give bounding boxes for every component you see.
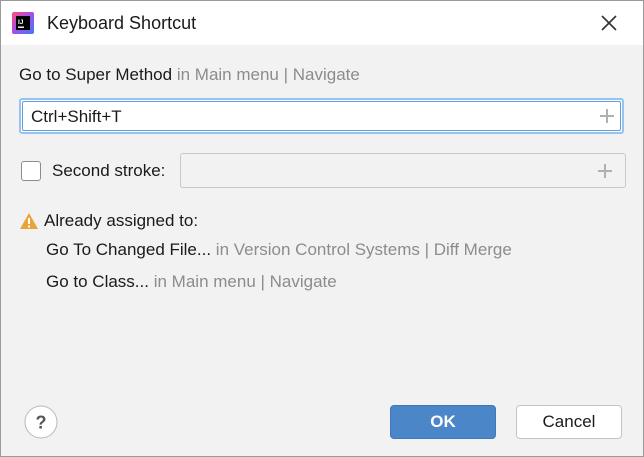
dialog-title: Keyboard Shortcut: [47, 13, 197, 33]
second-stroke-label[interactable]: Second stroke:: [52, 160, 165, 182]
conflict-item-name: Go to Class...: [46, 272, 149, 291]
conflict-item: Go to Class... in Main menu | Navigate: [46, 271, 337, 293]
first-stroke-value: Ctrl+Shift+T: [31, 107, 122, 126]
warning-icon: [20, 213, 38, 229]
help-button[interactable]: ?: [24, 405, 58, 439]
second-stroke-checkbox[interactable]: [21, 161, 41, 181]
conflict-item-location: in Main menu | Navigate: [153, 272, 337, 291]
intellij-idea-icon: IJ: [12, 12, 34, 34]
plus-icon: [598, 164, 612, 178]
second-stroke-input: [180, 153, 626, 188]
cancel-button[interactable]: Cancel: [516, 405, 622, 439]
svg-text:IJ: IJ: [18, 19, 24, 26]
plus-icon[interactable]: [599, 108, 615, 124]
conflict-item-name: Go To Changed File...: [46, 240, 212, 259]
action-location: in Main menu | Navigate: [176, 65, 360, 84]
action-name: Go to Super Method: [19, 65, 173, 84]
conflict-item: Go To Changed File... in Version Control…: [46, 239, 512, 261]
ok-button[interactable]: OK: [390, 405, 496, 439]
keyboard-shortcut-dialog: IJ Keyboard Shortcut Go to Super Method …: [0, 0, 644, 457]
already-assigned-label: Already assigned to:: [44, 211, 199, 230]
help-label: ?: [36, 413, 47, 433]
action-heading: Go to Super Method in Main menu | Naviga…: [19, 64, 360, 86]
first-stroke-input[interactable]: Ctrl+Shift+T: [19, 98, 624, 134]
conflict-item-location: in Version Control Systems | Diff Merge: [215, 240, 512, 259]
close-icon[interactable]: [597, 11, 621, 35]
title-bar: IJ Keyboard Shortcut: [1, 1, 643, 45]
